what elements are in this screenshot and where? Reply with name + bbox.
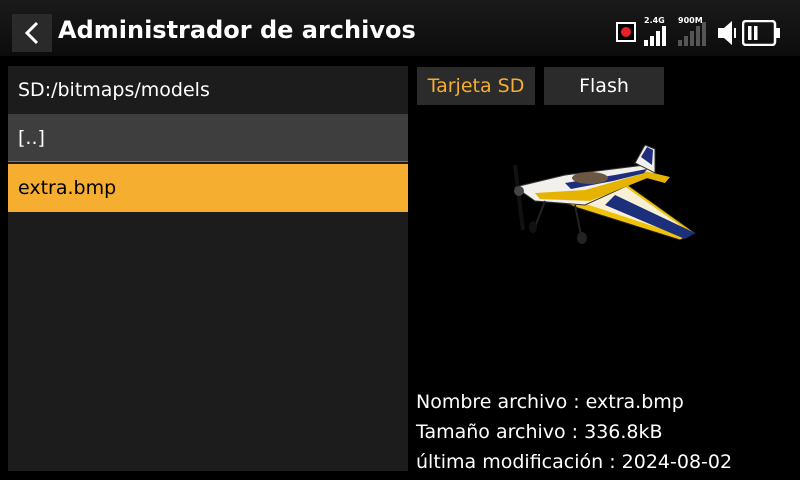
tab-sd-card[interactable]: Tarjeta SD <box>417 67 535 105</box>
top-bar: Administrador de archivos 2.4G 900M <box>0 0 800 62</box>
chevron-left-icon <box>24 21 39 45</box>
file-date-info: última modificación : 2024-08-02 <box>416 451 733 473</box>
rf-900m-label: 900M <box>678 16 703 25</box>
file-browser: SD:/bitmaps/models [..] extra.bmp <box>8 66 408 471</box>
signal-900m-icon: 900M <box>676 14 712 46</box>
speaker-icon <box>718 21 736 45</box>
list-item-parent[interactable]: [..] <box>8 114 408 162</box>
battery-icon <box>742 20 780 46</box>
page-title: Administrador de archivos <box>58 16 416 44</box>
signal-24g-icon: 2.4G <box>642 14 670 46</box>
file-size-info: Tamaño archivo : 336.8kB <box>416 421 663 443</box>
current-path: SD:/bitmaps/models <box>18 79 210 101</box>
back-button[interactable] <box>12 14 52 52</box>
recording-icon <box>616 22 636 42</box>
airplane-model-image <box>513 144 696 244</box>
status-area: 2.4G 900M <box>610 14 800 50</box>
rf-24g-label: 2.4G <box>644 16 665 25</box>
file-name-info: Nombre archivo : extra.bmp <box>416 391 684 413</box>
tab-flash[interactable]: Flash <box>544 67 664 105</box>
list-item-selected[interactable]: extra.bmp <box>8 164 408 212</box>
